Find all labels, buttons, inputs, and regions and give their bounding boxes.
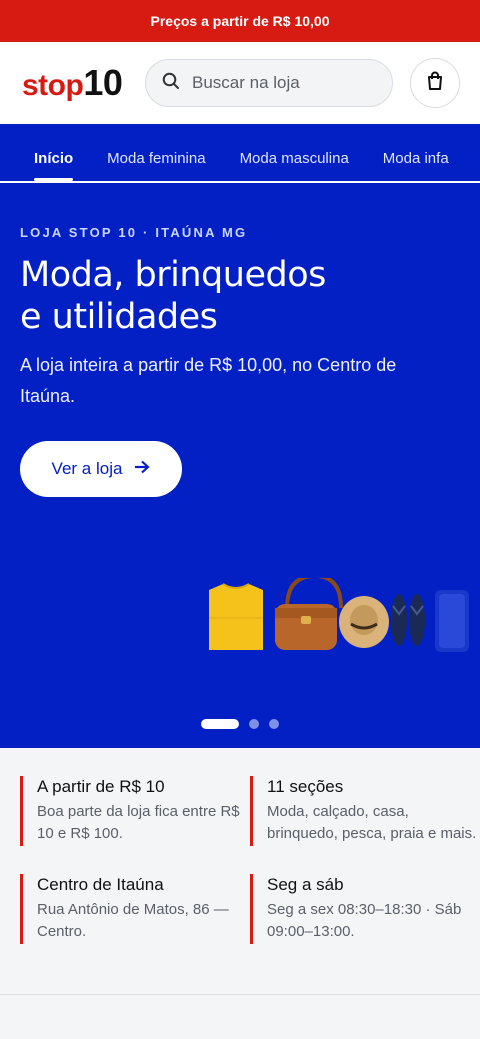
hero-products-image [209,578,469,652]
promo-bar: Preços a partir de R$ 10,00 [0,0,480,42]
feature-text: Moda, calçado, casa, brinquedo, pesca, p… [267,803,477,842]
feature-sections: 11 seções Moda, calçado, casa, brinquedo… [250,776,480,846]
carousel-dot-3[interactable] [269,719,279,729]
feature-text: Boa parte da loja fica entre R$ 10 e R$ … [37,803,240,842]
see-store-button[interactable]: Ver a loja [20,441,182,497]
shopping-bag-icon [426,71,444,96]
cta-label: Ver a loja [51,459,123,478]
search-icon [162,72,180,95]
hero-title-line1: Moda, brinquedos [20,255,326,295]
hero-title: Moda, brinquedos e utilidades [20,254,460,338]
category-nav: Início Moda feminina Moda masculina Moda… [0,124,480,183]
hat-icon [339,596,389,648]
carousel-dot-1[interactable] [201,719,239,729]
hero-subtitle: A loja inteira a partir de R$ 10,00, no … [20,355,397,406]
feature-location: Centro de Itaúna Rua Antônio de Matos, 8… [20,874,250,944]
carousel-dot-2[interactable] [249,719,259,729]
tshirt-icon [209,583,263,650]
feature-hours: Seg a sáb Seg a sex 08:30–18:30 · Sáb 09… [250,874,480,944]
feature-title: 11 seções [267,777,344,796]
arrow-right-icon [134,459,151,479]
feature-title: Centro de Itaúna [37,875,164,894]
logo-ten: 10 [83,62,123,103]
search-box[interactable] [145,59,393,107]
bottle-icon [435,590,469,652]
feature-text: Seg a sex 08:30–18:30 · Sáb 09:00–13:00. [267,901,462,940]
hero-banner: LOJA STOP 10 · ITAÚNA MG Moda, brinquedo… [0,183,480,748]
tab-inicio[interactable]: Início [34,150,74,181]
tab-moda-masculina[interactable]: Moda masculina [240,150,349,181]
hero-title-line2: e utilidades [20,297,218,337]
logo[interactable]: stop10 [22,65,134,101]
feature-title: Seg a sáb [267,875,344,894]
cart-button[interactable] [410,58,460,108]
header: stop10 [0,42,480,124]
tab-moda-feminina[interactable]: Moda feminina [107,150,205,181]
promo-text: Preços a partir de R$ 10,00 [150,13,330,29]
logo-stop: stop [22,69,84,102]
hero-eyebrow: LOJA STOP 10 · ITAÚNA MG [20,225,248,240]
search-input[interactable] [192,73,372,93]
features-section: A partir de R$ 10 Boa parte da loja fica… [0,748,480,995]
feature-title: A partir de R$ 10 [37,777,165,796]
feature-price: A partir de R$ 10 Boa parte da loja fica… [20,776,250,846]
tab-moda-infantil[interactable]: Moda infa [383,150,449,181]
carousel-dots [0,719,480,729]
handbag-icon [275,578,343,650]
flip-flops-icon [391,594,425,646]
feature-text: Rua Antônio de Matos, 86 — Centro. [37,901,229,940]
